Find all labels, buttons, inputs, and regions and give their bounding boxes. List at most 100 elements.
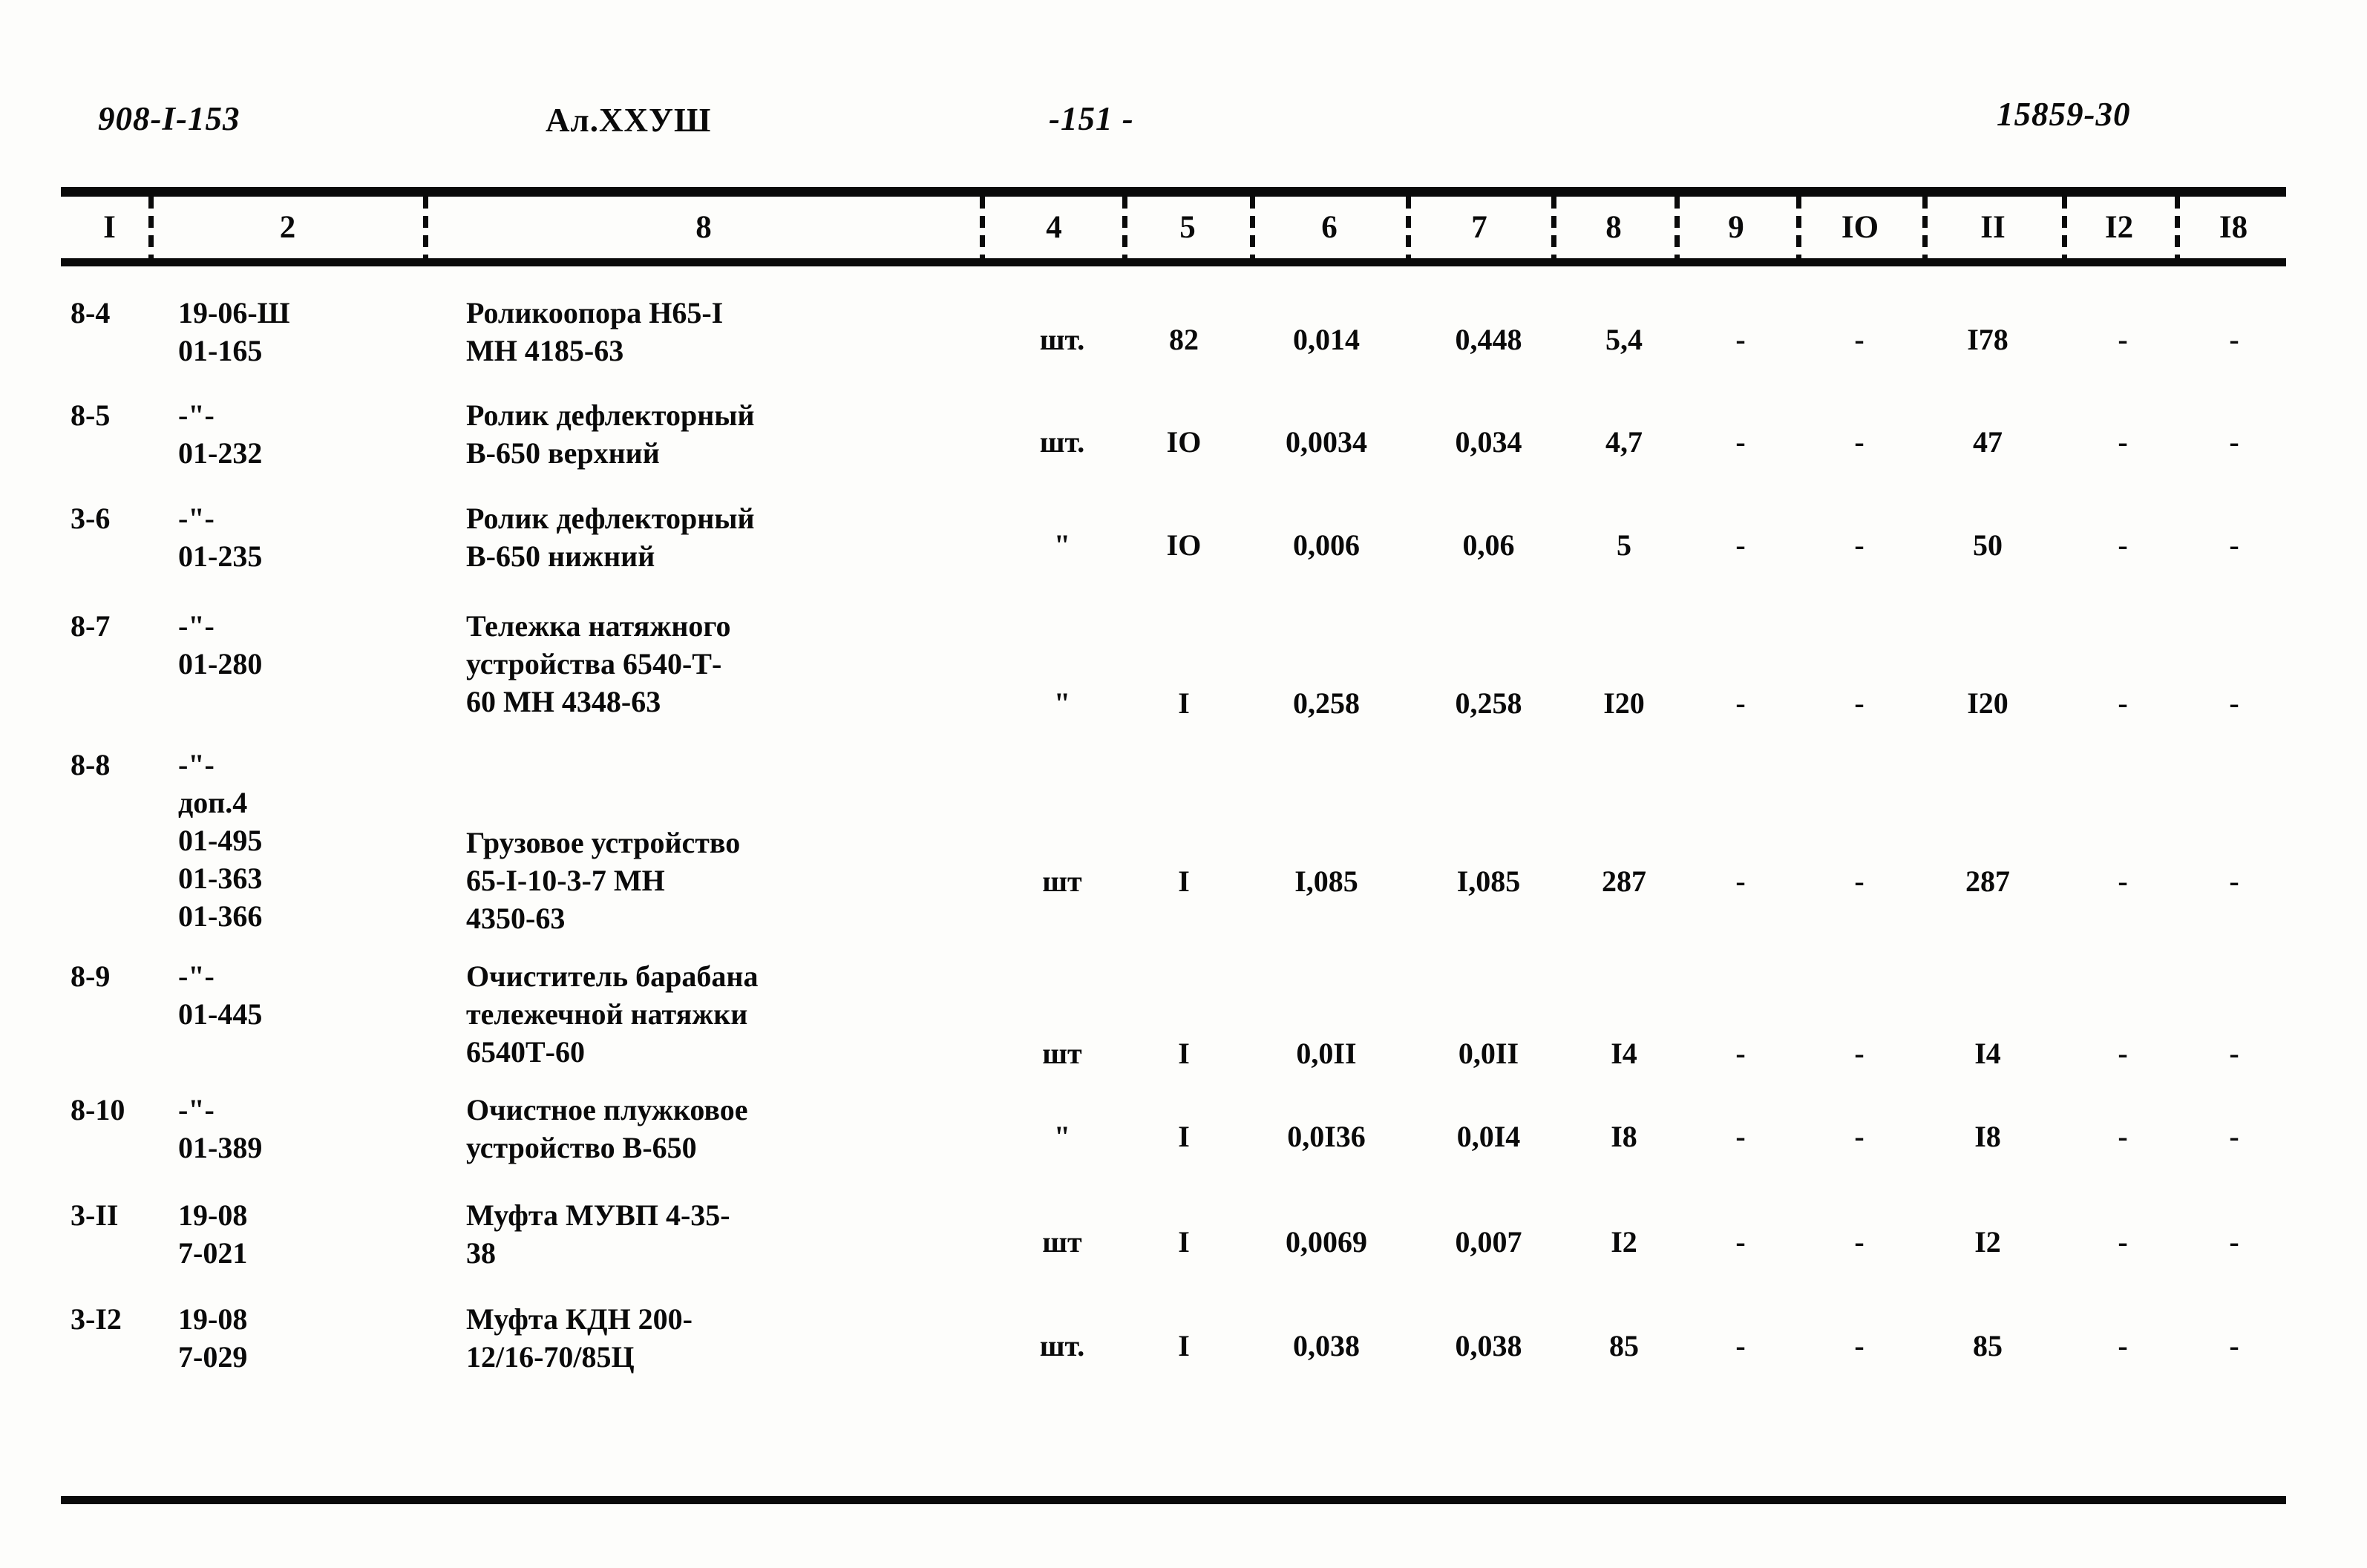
row-col13: - bbox=[2229, 528, 2239, 562]
document-code: 908-I-153 bbox=[98, 100, 240, 137]
row-unit: шт bbox=[1042, 865, 1082, 898]
column-header-7: 7 bbox=[1471, 210, 1487, 245]
column-divider-3 bbox=[980, 197, 985, 259]
row-unit: " bbox=[1053, 1120, 1071, 1153]
row-col6: 0,258 bbox=[1293, 686, 1360, 720]
column-divider-4 bbox=[1122, 197, 1127, 259]
column-header-4: 4 bbox=[1046, 210, 1062, 245]
row-col13: - bbox=[2229, 1037, 2239, 1070]
row-col13: - bbox=[2229, 865, 2239, 898]
row-col7: 0,0I4 bbox=[1456, 1120, 1521, 1153]
row-col11: I8 bbox=[1974, 1120, 2001, 1153]
row-col5: IO bbox=[1166, 528, 1202, 562]
row-col12: - bbox=[2118, 425, 2128, 459]
row-col12: - bbox=[2118, 1037, 2128, 1070]
row-col7: 0,258 bbox=[1455, 686, 1522, 720]
row-col5: 82 bbox=[1169, 323, 1199, 356]
row-col9: - bbox=[1735, 1120, 1746, 1153]
row-col5: I bbox=[1178, 686, 1190, 720]
row-col10: - bbox=[1854, 1225, 1865, 1259]
column-divider-12 bbox=[2175, 197, 2180, 259]
column-divider-2 bbox=[423, 197, 428, 259]
table-header-rule bbox=[61, 258, 2286, 266]
row-code: -"- 01-232 bbox=[178, 398, 263, 470]
row-name: Тележка натяжного устройства 6540-Т- 60 … bbox=[466, 609, 731, 718]
row-col8: I4 bbox=[1611, 1037, 1637, 1070]
row-col10: - bbox=[1854, 865, 1865, 898]
row-code: -"- 01-280 bbox=[178, 609, 263, 680]
row-col6: I,085 bbox=[1294, 865, 1358, 898]
row-code: 19-08 7-021 bbox=[178, 1198, 248, 1270]
row-unit: шт. bbox=[1039, 425, 1085, 459]
row-col8: 4,7 bbox=[1605, 425, 1643, 459]
row-col12: - bbox=[2118, 528, 2128, 562]
row-col9: - bbox=[1735, 865, 1746, 898]
row-col11: 50 bbox=[1973, 528, 2003, 562]
row-name: Муфта МУВП 4-35- 38 bbox=[466, 1198, 730, 1270]
row-col9: - bbox=[1735, 1329, 1746, 1362]
table-bottom-rule bbox=[61, 1496, 2286, 1504]
column-header-3: 8 bbox=[695, 210, 712, 245]
row-unit: шт. bbox=[1039, 1329, 1085, 1362]
row-code: 19-06-Ш 01-165 bbox=[178, 296, 290, 367]
row-col13: - bbox=[2229, 323, 2239, 356]
row-col7: 0,06 bbox=[1462, 528, 1515, 562]
row-col13: - bbox=[2229, 1225, 2239, 1259]
row-col5: IO bbox=[1166, 425, 1202, 459]
row-code: 19-08 7-029 bbox=[178, 1302, 248, 1374]
column-header-5: 5 bbox=[1179, 210, 1196, 245]
row-col9: - bbox=[1735, 528, 1746, 562]
row-col9: - bbox=[1735, 323, 1746, 356]
row-col8: I8 bbox=[1611, 1120, 1637, 1153]
row-col10: - bbox=[1854, 425, 1865, 459]
row-col8: 5 bbox=[1617, 528, 1631, 562]
row-unit: шт. bbox=[1039, 323, 1085, 356]
row-name: Роликоопора Н65-I МН 4185-63 bbox=[466, 296, 724, 367]
row-col12: - bbox=[2118, 1329, 2128, 1362]
row-col9: - bbox=[1735, 1225, 1746, 1259]
row-col9: - bbox=[1735, 1037, 1746, 1070]
row-col6: 0,014 bbox=[1293, 323, 1360, 356]
row-col6: 0,0I36 bbox=[1287, 1120, 1366, 1153]
row-col12: - bbox=[2118, 323, 2128, 356]
row-col11: 47 bbox=[1973, 425, 2003, 459]
album-label: Ал.XXУШ bbox=[546, 102, 712, 139]
row-col7: 0,007 bbox=[1455, 1225, 1522, 1259]
row-col6: 0,0II bbox=[1296, 1037, 1357, 1070]
row-col7: 0,448 bbox=[1455, 323, 1522, 356]
row-col10: - bbox=[1854, 323, 1865, 356]
row-col7: I,085 bbox=[1456, 865, 1521, 898]
row-col10: - bbox=[1854, 1329, 1865, 1362]
column-header-6: 6 bbox=[1321, 210, 1338, 245]
column-divider-1 bbox=[148, 197, 154, 259]
row-code: -"- доп.4 01-495 01-363 01-366 bbox=[178, 748, 263, 933]
page-number: -151 - bbox=[1049, 100, 1134, 137]
row-code: -"- 01-235 bbox=[178, 502, 263, 573]
row-name: Очиститель барабана тележечной натяжки 6… bbox=[466, 960, 759, 1069]
row-name: Очистное плужковое устройство В-650 bbox=[466, 1093, 748, 1164]
row-col5: I bbox=[1178, 865, 1190, 898]
row-col11: 287 bbox=[1965, 865, 2010, 898]
row-col10: - bbox=[1854, 1037, 1865, 1070]
row-col11: I2 bbox=[1974, 1225, 2001, 1259]
row-col5: I bbox=[1178, 1225, 1190, 1259]
row-col5: I bbox=[1178, 1120, 1190, 1153]
column-header-9: 9 bbox=[1728, 210, 1744, 245]
column-header-8: 8 bbox=[1605, 210, 1622, 245]
row-col8: I2 bbox=[1611, 1225, 1637, 1259]
column-header-13: I8 bbox=[2219, 210, 2248, 245]
row-col5: I bbox=[1178, 1329, 1190, 1362]
row-col8: 85 bbox=[1609, 1329, 1639, 1362]
row-col12: - bbox=[2118, 686, 2128, 720]
row-unit: шт bbox=[1042, 1225, 1082, 1259]
column-header-11: II bbox=[1980, 210, 2006, 245]
row-col13: - bbox=[2229, 425, 2239, 459]
row-col8: I20 bbox=[1603, 686, 1645, 720]
row-col5: I bbox=[1178, 1037, 1190, 1070]
row-col13: - bbox=[2229, 1120, 2239, 1153]
row-col7: 0,038 bbox=[1455, 1329, 1522, 1362]
column-header-12: I2 bbox=[2104, 210, 2134, 245]
row-name: Ролик дефлекторный В-650 нижний bbox=[466, 502, 755, 573]
row-col7: 0,034 bbox=[1455, 425, 1522, 459]
row-col13: - bbox=[2229, 686, 2239, 720]
